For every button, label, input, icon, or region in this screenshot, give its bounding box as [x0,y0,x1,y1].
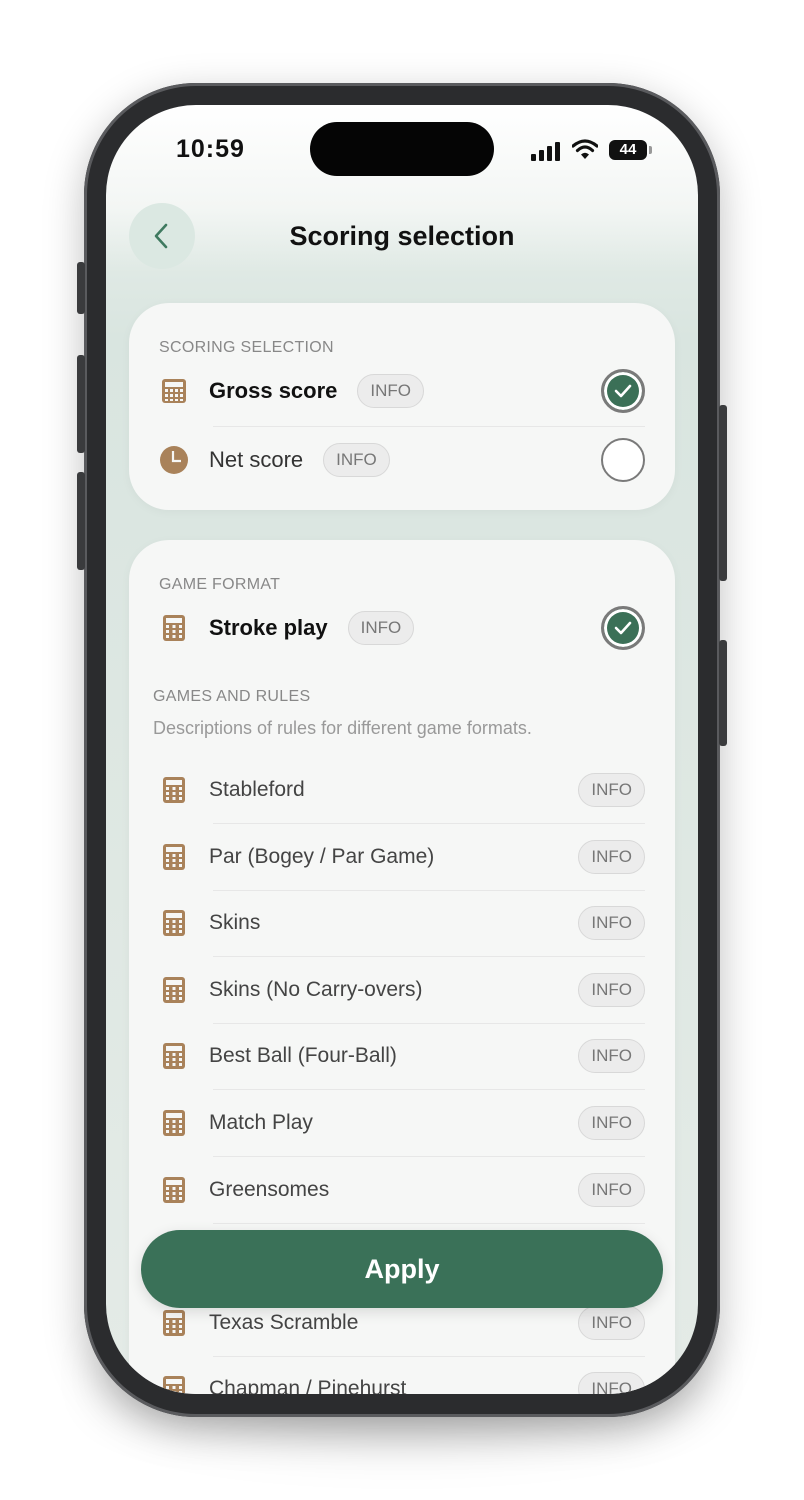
radio-unchecked[interactable] [601,438,645,482]
calculator-icon [163,976,185,1003]
row-divider [213,956,645,958]
side-button-extra [719,640,727,746]
game-rule-label: Skins [209,911,261,935]
row-divider [213,823,645,824]
game-rule-label: Par (Bogey / Par Game) [209,844,435,868]
calculator-icon [163,843,185,870]
info-button[interactable]: INFO [347,611,415,645]
game-rule-row[interactable]: Stableford INFO [159,762,645,818]
radio-checked[interactable] [601,606,645,650]
side-button-volume-up [77,355,85,453]
calculator-icon [163,1043,185,1070]
calculator-icon [163,1309,185,1336]
clock-icon [160,446,188,474]
section-label-rules: GAMES AND RULES [153,688,311,705]
section-label-scoring: SCORING SELECTION [159,339,334,356]
info-button[interactable]: INFO [578,839,645,874]
format-option-label: Stroke play [209,615,328,640]
signal-icon [531,141,561,161]
row-divider [213,889,645,891]
game-rule-label: Stableford [209,778,305,801]
info-button[interactable]: INFO [578,972,645,1007]
scoring-option-label: Gross score [209,378,338,403]
info-button[interactable]: INFO [357,374,425,408]
format-option-stroke-play[interactable]: Stroke play INFO [159,600,645,656]
scoring-option-label: Net score [209,447,304,472]
rules-description: Descriptions of rules for different game… [153,718,532,738]
check-icon [614,621,632,635]
row-divider [213,1222,645,1224]
game-rule-label: Match Play [209,1111,313,1134]
scoring-option-net[interactable]: Net score INFO [159,432,645,488]
wifi-icon [572,139,598,159]
radio-checked[interactable] [601,369,645,413]
dynamic-island [310,122,494,176]
row-divider [213,426,645,427]
page-title: Scoring selection [289,221,515,251]
calculator-icon [163,615,185,641]
apply-button[interactable]: Apply [141,1230,663,1308]
info-button[interactable]: INFO [578,1106,645,1140]
game-rule-row[interactable]: Par (Bogey / Par Game) INFO [159,829,645,885]
game-rule-row[interactable]: Match Play INFO [159,1095,645,1151]
game-rule-label: Best Ball (Four-Ball) [209,1044,397,1068]
info-button[interactable]: INFO [323,443,390,477]
game-rule-row[interactable]: Skins INFO [159,895,645,951]
calculator-icon [163,777,185,803]
calculator-icon [163,910,185,937]
game-rule-label: Texas Scramble [209,1310,359,1334]
side-button-power [719,405,727,581]
phone-screen: 10:59 44 Scoring selection SCORING SELEC… [106,105,698,1394]
side-button-volume-down [77,472,85,570]
battery-icon: 44 [609,140,647,160]
game-rule-label: Skins (No Carry-overs) [209,977,423,1001]
section-label-format: GAME FORMAT [159,576,281,593]
row-divider [213,1355,645,1357]
row-divider [213,1156,645,1157]
scoring-option-gross[interactable]: Gross score INFO [159,363,645,419]
scoring-selection-card: SCORING SELECTION Gross score INFO Net s… [129,303,675,510]
check-icon [614,384,632,398]
game-rule-row[interactable]: Skins (No Carry-overs) INFO [159,962,645,1018]
calculator-icon [163,1110,185,1136]
info-button[interactable]: INFO [578,1305,645,1340]
calculator-icon [163,1376,185,1394]
side-button-silent [77,262,85,314]
info-button[interactable]: INFO [578,1372,645,1394]
game-rule-label: Chapman / Pinehurst [209,1377,407,1394]
status-time: 10:59 [176,135,245,163]
info-button[interactable]: INFO [578,1039,645,1074]
game-rule-row[interactable]: Chapman / Pinehurst INFO [159,1361,645,1394]
calculator-icon [163,1176,185,1203]
info-button[interactable]: INFO [578,773,645,807]
info-button[interactable]: INFO [578,906,645,941]
game-rule-label: Greensomes [209,1177,330,1201]
game-rule-row[interactable]: Greensomes INFO [159,1162,645,1218]
game-rule-row[interactable]: Best Ball (Four-Ball) INFO [159,1028,645,1084]
row-divider [213,1089,645,1091]
row-divider [213,1022,645,1024]
battery-tip [649,146,652,154]
info-button[interactable]: INFO [578,1172,645,1207]
calculator-icon [162,379,186,403]
